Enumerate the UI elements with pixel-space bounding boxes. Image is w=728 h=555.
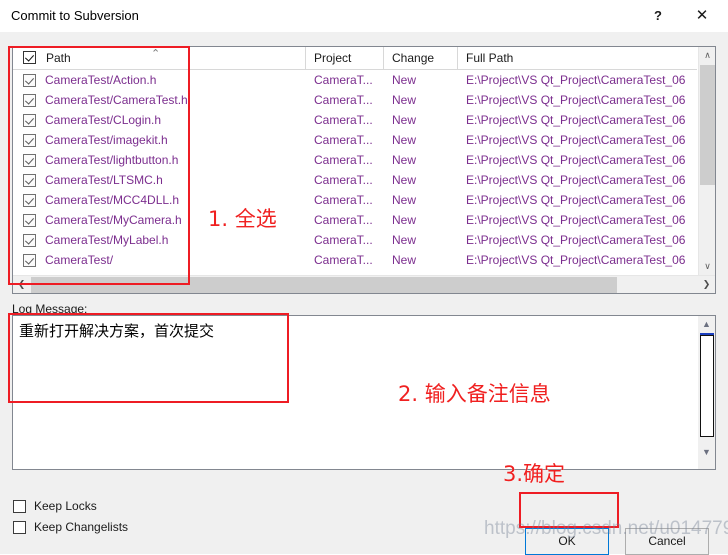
scroll-up-icon[interactable]: ∧ <box>699 47 715 64</box>
cell-path: CameraTest/imagekit.h <box>45 133 168 147</box>
file-list-header: Path ⌃ Project Change Full Path <box>13 47 697 70</box>
cell-full-path: E:\Project\VS Qt_Project\CameraTest_06 <box>466 233 686 247</box>
cell-full-path: E:\Project\VS Qt_Project\CameraTest_06 <box>466 193 686 207</box>
keep-changelists-label: Keep Changelists <box>34 520 129 534</box>
scroll-down-icon[interactable]: ∨ <box>699 258 715 275</box>
cell-change: New <box>392 113 417 127</box>
cell-path: CameraTest/MyCamera.h <box>45 213 182 227</box>
cell-path: CameraTest/MCC4DLL.h <box>45 193 180 207</box>
cell-full-path: E:\Project\VS Qt_Project\CameraTest_06 <box>466 153 686 167</box>
cell-change: New <box>392 153 417 167</box>
cell-change: New <box>392 93 417 107</box>
cell-project: CameraT... <box>314 233 373 247</box>
cell-path: CameraTest/MyLabel.h <box>45 233 169 247</box>
window-title: Commit to Subversion <box>11 8 139 23</box>
cell-project: CameraT... <box>314 93 373 107</box>
row-checkbox[interactable] <box>23 174 36 187</box>
log-scrollbar-thumb[interactable] <box>700 335 714 437</box>
cell-path: CameraTest/CLogin.h <box>45 113 162 127</box>
ok-button[interactable]: OK <box>525 528 609 555</box>
log-scroll-up-icon[interactable]: ▲ <box>698 316 715 333</box>
file-list-vertical-scrollbar[interactable]: ∧ ∨ <box>698 47 715 275</box>
cell-change: New <box>392 213 417 227</box>
cell-full-path: E:\Project\VS Qt_Project\CameraTest_06 <box>466 73 686 87</box>
scroll-left-icon[interactable]: ❮ <box>13 276 30 293</box>
cell-project: CameraT... <box>314 213 373 227</box>
row-checkbox[interactable] <box>23 254 36 267</box>
log-message-input[interactable]: 重新打开解决方案，首次提交 ▲ ▼ <box>12 315 716 470</box>
title-bar: Commit to Subversion ? ✕ <box>0 0 728 32</box>
table-row[interactable]: CameraTest/imagekit.h CameraT... New E:\Pro… <box>13 130 697 150</box>
table-row[interactable]: CameraTest/CLogin.h CameraT... New E:\Proje… <box>13 110 697 130</box>
cell-project: CameraT... <box>314 153 373 167</box>
cell-full-path: E:\Project\VS Qt_Project\CameraTest_06 <box>466 213 686 227</box>
file-list-rows: CameraTest/Action.h CameraT... New E:\Proje… <box>13 70 697 273</box>
cell-full-path: E:\Project\VS Qt_Project\CameraTest_06 <box>466 253 686 267</box>
cell-path: CameraTest/lightbutton.h <box>45 153 179 167</box>
keep-changelists-checkbox-box[interactable] <box>13 521 26 534</box>
vertical-scrollbar-thumb[interactable] <box>700 65 715 185</box>
cell-change: New <box>392 233 417 247</box>
cell-project: CameraT... <box>314 173 373 187</box>
table-row[interactable]: CameraTest/MCC4DLL.h CameraT... New E:\Proj… <box>13 190 697 210</box>
cell-project: CameraT... <box>314 253 373 267</box>
row-checkbox[interactable] <box>23 234 36 247</box>
cell-full-path: E:\Project\VS Qt_Project\CameraTest_06 <box>466 113 686 127</box>
scroll-right-icon[interactable]: ❯ <box>698 276 715 293</box>
cell-project: CameraT... <box>314 113 373 127</box>
table-row[interactable]: CameraTest/CameraTest.h CameraT... New E:\P… <box>13 90 697 110</box>
keep-locks-label: Keep Locks <box>34 499 97 513</box>
table-row[interactable]: CameraTest/lightbutton.h CameraT... New E:\… <box>13 150 697 170</box>
cancel-button[interactable]: Cancel <box>625 528 709 555</box>
file-list[interactable]: Path ⌃ Project Change Full Path CameraTe… <box>12 46 716 294</box>
cell-path: CameraTest/ <box>45 253 114 267</box>
dialog-client-area: Path ⌃ Project Change Full Path CameraTe… <box>0 32 728 555</box>
cell-path: CameraTest/LTSMC.h <box>45 173 163 187</box>
cell-path: CameraTest/Action.h <box>45 73 157 87</box>
column-header-change[interactable]: Change <box>384 47 458 69</box>
cell-change: New <box>392 173 417 187</box>
cell-full-path: E:\Project\VS Qt_Project\CameraTest_06 <box>466 173 686 187</box>
cell-change: New <box>392 193 417 207</box>
cell-change: New <box>392 133 417 147</box>
commit-dialog: Commit to Subversion ? ✕ Path ⌃ Project … <box>0 0 728 555</box>
table-row[interactable]: CameraTest/MyLabel.h CameraT... New E:\Proj… <box>13 230 697 250</box>
select-all-checkbox[interactable] <box>23 51 36 64</box>
log-message-text[interactable]: 重新打开解决方案，首次提交 <box>19 321 619 341</box>
log-message-label: Log Message: <box>12 302 88 316</box>
row-checkbox[interactable] <box>23 214 36 227</box>
cell-project: CameraT... <box>314 73 373 87</box>
column-header-project[interactable]: Project <box>306 47 384 69</box>
close-icon[interactable]: ✕ <box>680 0 724 32</box>
row-checkbox[interactable] <box>23 74 36 87</box>
cell-project: CameraT... <box>314 133 373 147</box>
row-checkbox[interactable] <box>23 194 36 207</box>
cell-change: New <box>392 73 417 87</box>
table-row[interactable]: CameraTest/LTSMC.h CameraT... New E:\Projec… <box>13 170 697 190</box>
row-checkbox[interactable] <box>23 114 36 127</box>
column-header-full-path[interactable]: Full Path <box>458 47 697 69</box>
row-checkbox[interactable] <box>23 134 36 147</box>
horizontal-scrollbar-thumb[interactable] <box>31 277 617 293</box>
log-message-vertical-scrollbar[interactable]: ▲ ▼ <box>698 316 715 469</box>
cell-change: New <box>392 253 417 267</box>
sort-ascending-icon: ⌃ <box>151 48 161 60</box>
table-row[interactable]: CameraTest/CameraT... New E:\Project\VS Qt… <box>13 250 697 270</box>
help-icon[interactable]: ? <box>636 0 680 32</box>
cell-full-path: E:\Project\VS Qt_Project\CameraTest_06 <box>466 133 686 147</box>
file-list-horizontal-scrollbar[interactable]: ❮ ❯ <box>13 275 715 293</box>
cell-path: CameraTest/CameraTest.h <box>45 93 188 107</box>
row-checkbox[interactable] <box>23 94 36 107</box>
row-checkbox[interactable] <box>23 154 36 167</box>
table-row[interactable]: CameraTest/MyCamera.h CameraT... New E:\Pro… <box>13 210 697 230</box>
log-scroll-down-icon[interactable]: ▼ <box>698 444 715 461</box>
keep-locks-checkbox-box[interactable] <box>13 500 26 513</box>
table-row[interactable]: CameraTest/Action.h CameraT... New E:\Proje… <box>13 70 697 90</box>
cell-full-path: E:\Project\VS Qt_Project\CameraTest_06 <box>466 93 686 107</box>
cell-project: CameraT... <box>314 193 373 207</box>
